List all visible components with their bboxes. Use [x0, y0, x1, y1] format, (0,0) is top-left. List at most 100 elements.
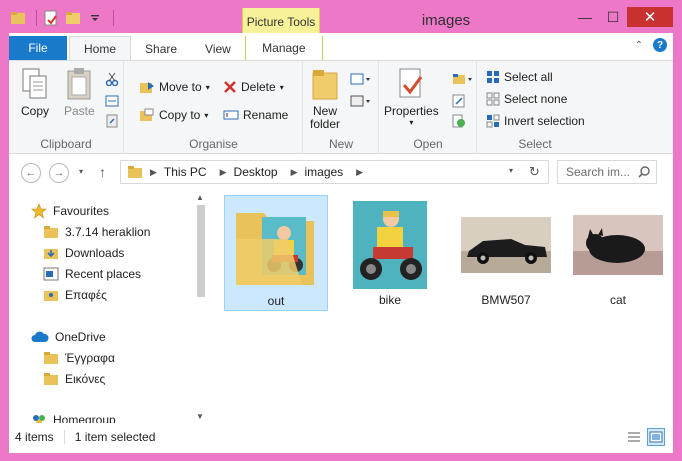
- breadcrumb-desktop[interactable]: Desktop: [234, 165, 278, 179]
- nav-item-downloads[interactable]: Downloads: [43, 243, 124, 263]
- tab-manage[interactable]: Manage: [244, 36, 323, 60]
- rename-button[interactable]: Rename: [223, 105, 288, 125]
- explorer-window: Picture Tools images — ☐ ✕ File Home Sha…: [0, 0, 682, 461]
- select-group: Select all Select none Invert selection …: [478, 61, 592, 154]
- new-folder-label: New folder: [310, 104, 341, 131]
- move-to-icon: [140, 82, 154, 93]
- ribbon-right-controls: ⌃ ?: [635, 38, 667, 52]
- window-controls: — ☐ ✕: [571, 7, 673, 27]
- file-tile-cat[interactable]: cat: [566, 195, 670, 311]
- nav-onedrive[interactable]: OneDrive: [31, 327, 106, 347]
- new-folder-button[interactable]: New folder: [310, 67, 340, 131]
- file-name: cat: [609, 293, 626, 307]
- item-count: 4 items: [15, 430, 54, 444]
- breadcrumb-separator[interactable]: ▶: [150, 167, 157, 178]
- scrollbar-thumb[interactable]: [197, 205, 205, 297]
- copy-button[interactable]: Copy: [21, 67, 49, 118]
- breadcrumb-separator[interactable]: ▶: [356, 167, 363, 178]
- file-list[interactable]: out bike BMW507 cat: [208, 191, 673, 423]
- title-bar[interactable]: Picture Tools images — ☐ ✕: [0, 0, 682, 36]
- delete-icon: [224, 81, 236, 93]
- delete-button[interactable]: Delete ▾: [223, 77, 284, 97]
- ribbon-collapse-icon[interactable]: ⌃: [635, 40, 643, 51]
- easy-access-icon[interactable]: [350, 91, 372, 111]
- up-button[interactable]: ↑: [99, 164, 106, 180]
- new-item-icon[interactable]: [350, 69, 372, 89]
- address-bar[interactable]: ▶ This PC ▶ Desktop ▶ images ▶ ▾ ↻: [120, 160, 549, 184]
- copy-path-icon[interactable]: [105, 91, 119, 111]
- paste-shortcut-icon[interactable]: [105, 111, 119, 131]
- refresh-icon[interactable]: ↻: [529, 164, 540, 180]
- breadcrumb-images[interactable]: images: [304, 165, 343, 179]
- properties-label: Properties: [384, 104, 439, 118]
- file-tile-bmw507[interactable]: BMW507: [454, 195, 558, 311]
- copy-to-label: Copy to: [159, 108, 201, 122]
- history-icon[interactable]: [452, 111, 466, 131]
- properties-button[interactable]: Properties ▾: [384, 67, 439, 127]
- back-button[interactable]: ←: [21, 163, 41, 183]
- delete-label: Delete: [241, 80, 276, 94]
- search-box[interactable]: Search im...: [557, 160, 657, 184]
- select-none-label: Select none: [504, 92, 568, 106]
- chevron-down-icon: ▾: [409, 118, 414, 127]
- open-with-icon[interactable]: [452, 69, 474, 89]
- cloud-icon: [31, 331, 49, 342]
- rename-icon: [223, 110, 239, 120]
- breadcrumb-separator[interactable]: ▶: [220, 167, 227, 178]
- nav-item-heraklion[interactable]: 3.7.14 heraklion: [43, 222, 150, 242]
- tab-file[interactable]: File: [9, 36, 67, 60]
- move-to-button[interactable]: Move to ▾: [139, 77, 210, 97]
- minimize-button[interactable]: —: [571, 7, 599, 27]
- image-thumbnail: [461, 201, 551, 289]
- folder-icon: [44, 373, 58, 385]
- nav-favourites-label: Favourites: [53, 204, 110, 218]
- file-name: BMW507: [481, 293, 531, 307]
- invert-selection-button[interactable]: Invert selection: [486, 111, 585, 131]
- file-name: out: [267, 294, 285, 308]
- file-tile-out[interactable]: out: [224, 195, 328, 311]
- properties-icon: [399, 68, 423, 98]
- select-none-button[interactable]: Select none: [486, 89, 567, 109]
- forward-button[interactable]: →: [49, 163, 69, 183]
- large-icons-view-button[interactable]: [647, 428, 665, 446]
- help-icon[interactable]: ?: [653, 38, 667, 52]
- tab-home[interactable]: Home: [69, 36, 132, 60]
- paste-button[interactable]: Paste: [64, 67, 95, 118]
- nav-item-label: 3.7.14 heraklion: [65, 225, 151, 239]
- tab-view[interactable]: View: [191, 38, 245, 60]
- scroll-up-icon[interactable]: ▲: [196, 193, 204, 202]
- tab-share[interactable]: Share: [131, 38, 191, 60]
- maximize-button[interactable]: ☐: [599, 7, 627, 27]
- close-button[interactable]: ✕: [627, 7, 673, 27]
- address-history-chevron-icon[interactable]: ▾: [509, 166, 513, 175]
- file-name: bike: [378, 293, 401, 307]
- invert-selection-label: Invert selection: [504, 114, 585, 128]
- nav-favourites[interactable]: Favourites: [31, 201, 109, 221]
- select-all-button[interactable]: Select all: [486, 67, 553, 87]
- homegroup-icon: [33, 415, 45, 423]
- scroll-down-icon[interactable]: ▼: [196, 412, 204, 421]
- nav-item-recent-places[interactable]: Recent places: [43, 264, 141, 284]
- navigation-bar: ← → ▾ ↑ ▶ This PC ▶ Desktop ▶ images ▶ ▾…: [9, 160, 673, 186]
- breadcrumb-this-pc[interactable]: This PC: [164, 165, 207, 179]
- nav-item-documents[interactable]: Έγγραφα: [43, 348, 115, 368]
- window-client-area: File Home Share View Manage ⌃ ? Copy Pas…: [9, 33, 673, 453]
- navigation-pane-scrollbar[interactable]: ▲ ▼: [193, 191, 208, 423]
- search-input[interactable]: Search im...: [566, 165, 638, 179]
- ribbon-tabs: File Home Share View Manage: [9, 36, 673, 60]
- recent-locations-chevron-icon[interactable]: ▾: [79, 167, 83, 176]
- folder-location-icon: [128, 166, 142, 178]
- copy-to-button[interactable]: Copy to ▾: [139, 105, 208, 125]
- large-icons-view-icon: [649, 431, 663, 443]
- navigation-pane: Favourites 3.7.14 heraklion Downloads Re…: [9, 191, 207, 423]
- nav-homegroup[interactable]: Homegroup: [31, 410, 116, 423]
- edit-icon[interactable]: [452, 91, 466, 111]
- nav-item-pictures[interactable]: Εικόνες: [43, 369, 105, 389]
- breadcrumb-separator[interactable]: ▶: [291, 167, 298, 178]
- nav-item-contacts[interactable]: Επαφές: [43, 285, 107, 305]
- details-view-button[interactable]: [625, 428, 643, 446]
- cut-icon[interactable]: [105, 69, 119, 89]
- new-group-label: New: [328, 137, 353, 151]
- file-tile-bike[interactable]: bike: [338, 195, 442, 311]
- star-icon: [31, 203, 47, 219]
